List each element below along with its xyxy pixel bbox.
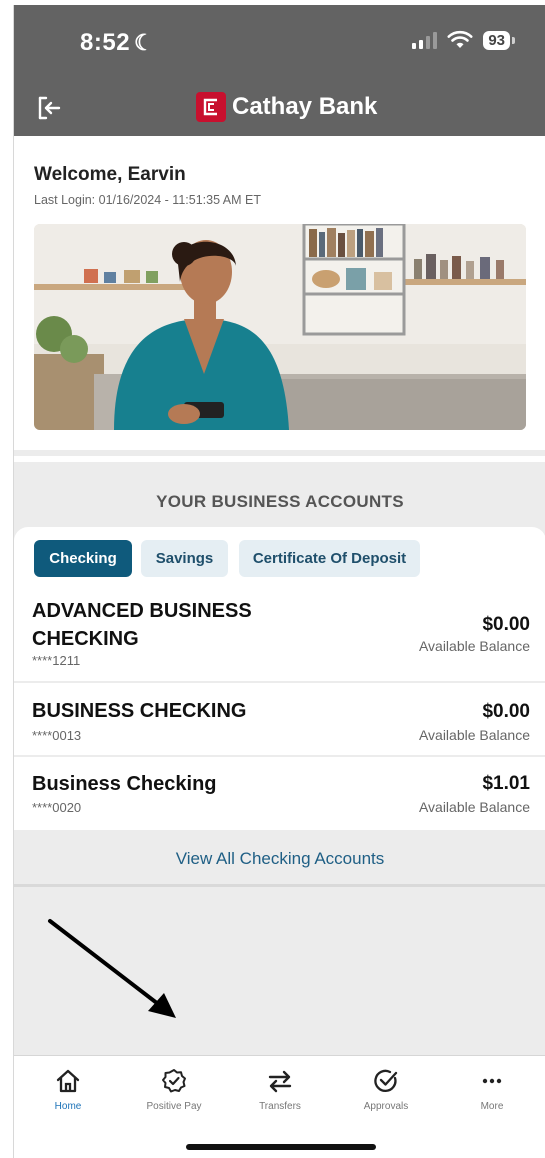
account-number: ****0013 <box>32 728 82 743</box>
annotation-arrow-icon <box>48 919 176 1018</box>
account-name: BUSINESS CHECKING <box>32 700 247 722</box>
status-bar: 8:52 ☾ 93 <box>14 5 545 80</box>
brand-name: Cathay Bank <box>232 93 378 120</box>
signal-icon <box>412 31 438 49</box>
check-circle-icon <box>374 1069 398 1093</box>
nav-label: Approvals <box>363 1101 409 1112</box>
account-row[interactable]: Business Checking ****0020 $1.01 Availab… <box>14 757 545 830</box>
app-header: Cathay Bank <box>14 80 545 136</box>
brand: Cathay Bank <box>196 92 377 122</box>
nav-transfers[interactable]: Transfers <box>240 1068 320 1112</box>
last-login: Last Login: 01/16/2024 - 11:51:35 AM ET <box>34 193 262 207</box>
nav-home[interactable]: Home <box>28 1068 108 1112</box>
badge-check-icon <box>162 1069 186 1093</box>
account-number: ****1211 <box>32 653 81 668</box>
more-dots-icon <box>482 1078 502 1084</box>
nav-approvals[interactable]: Approvals <box>346 1068 426 1112</box>
account-number: ****0020 <box>32 800 82 815</box>
battery-indicator: 93 <box>483 30 515 50</box>
cathay-logo-icon <box>196 92 226 122</box>
nav-more[interactable]: More <box>452 1068 532 1112</box>
account-balance: $1.01 <box>482 773 530 794</box>
hero-image <box>34 224 526 430</box>
bottom-nav: Home Positive Pay Transfers Approvals Mo… <box>14 1055 545 1158</box>
app-screen: 8:52 ☾ 93 Cathay Bank Welcome, Earvin La… <box>13 5 545 1158</box>
tab-checking[interactable]: Checking <box>34 540 132 577</box>
account-list: ADVANCED BUSINESS CHECKING ****1211 $0.0… <box>14 581 545 830</box>
view-all-checking-link[interactable]: View All Checking Accounts <box>14 833 545 887</box>
clock: 8:52 <box>80 29 131 56</box>
nav-label: More <box>480 1101 504 1112</box>
balance-label: Available Balance <box>418 638 530 654</box>
account-balance: $0.00 <box>482 701 530 722</box>
account-name: ADVANCED BUSINESS CHECKING <box>32 600 252 650</box>
logout-icon[interactable] <box>36 95 62 121</box>
balance-label: Available Balance <box>418 727 530 743</box>
tab-savings[interactable]: Savings <box>141 540 228 577</box>
account-row[interactable]: ADVANCED BUSINESS CHECKING ****1211 $0.0… <box>14 581 545 683</box>
hero-illustration <box>34 224 526 430</box>
welcome-card: Welcome, Earvin Last Login: 01/16/2024 -… <box>14 136 545 456</box>
wifi-icon <box>447 30 473 48</box>
account-tabs: Checking Savings Certificate Of Deposit <box>14 527 545 581</box>
nav-label: Positive Pay <box>146 1101 202 1112</box>
moon-icon: ☾ <box>134 30 155 55</box>
account-name: Business Checking <box>32 773 217 795</box>
nav-positive-pay[interactable]: Positive Pay <box>134 1068 214 1112</box>
home-indicator[interactable] <box>186 1144 376 1150</box>
nav-label: Transfers <box>259 1101 301 1112</box>
section-title: YOUR BUSINESS ACCOUNTS <box>156 492 404 511</box>
welcome-greeting: Welcome, Earvin <box>34 164 186 185</box>
home-icon <box>56 1069 80 1093</box>
transfer-arrows-icon <box>268 1070 292 1093</box>
status-icons: 93 <box>412 30 515 50</box>
account-balance: $0.00 <box>482 614 530 635</box>
balance-label: Available Balance <box>418 799 530 815</box>
status-time: 8:52 ☾ <box>80 29 154 57</box>
tab-certificate-of-deposit[interactable]: Certificate Of Deposit <box>239 540 420 577</box>
nav-label: Home <box>54 1101 82 1112</box>
account-row[interactable]: BUSINESS CHECKING ****0013 $0.00 Availab… <box>14 683 545 757</box>
